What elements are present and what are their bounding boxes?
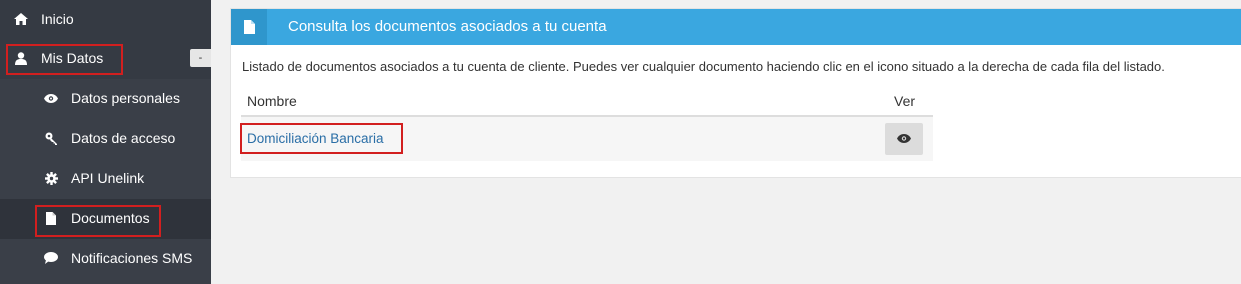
sidebar-item-label: Notificaciones SMS	[71, 250, 193, 266]
key-icon	[44, 131, 58, 145]
home-icon	[14, 12, 28, 26]
panel-header: Consulta los documentos asociados a tu c…	[231, 9, 1241, 45]
document-icon	[231, 9, 267, 45]
sidebar-item-mis-datos[interactable]: Mis Datos	[0, 39, 211, 79]
gear-icon	[44, 171, 58, 185]
view-document-button[interactable]	[885, 123, 923, 155]
sidebar-item-datos-personales[interactable]: Datos personales	[0, 79, 211, 119]
column-header-nombre: Nombre	[247, 93, 297, 109]
sidebar-item-api-unelink[interactable]: API Unelink	[0, 159, 211, 199]
sidebar-item-datos-acceso[interactable]: Datos de acceso	[0, 119, 211, 159]
sidebar-item-label: Mis Datos	[41, 50, 104, 66]
sidebar-item-label: API Unelink	[71, 170, 145, 186]
documents-panel: Consulta los documentos asociados a tu c…	[230, 8, 1241, 178]
sidebar-item-notificaciones-sms[interactable]: Notificaciones SMS	[0, 239, 211, 279]
document-icon	[44, 211, 58, 225]
eye-icon	[44, 91, 58, 105]
documents-table: Nombre Ver Domiciliación Bancaria	[241, 85, 933, 161]
sidebar-item-label: Datos de acceso	[71, 130, 176, 146]
sidebar-item-label: Documentos	[71, 210, 150, 226]
document-link[interactable]: Domiciliación Bancaria	[247, 131, 384, 146]
sidebar-item-label: Inicio	[41, 11, 74, 27]
sidebar-item-label: Datos personales	[71, 90, 180, 106]
table-header: Nombre Ver	[241, 85, 933, 117]
sidebar-item-inicio[interactable]: Inicio	[0, 0, 211, 40]
sidebar-item-documentos[interactable]: Documentos	[0, 199, 211, 239]
sidebar: Inicio Mis Datos - Datos personales Dato…	[0, 0, 211, 284]
table-row: Domiciliación Bancaria	[241, 117, 933, 161]
column-header-ver: Ver	[894, 93, 916, 109]
panel-description: Listado de documentos asociados a tu cue…	[242, 59, 1165, 74]
user-icon	[14, 51, 28, 65]
panel-title: Consulta los documentos asociados a tu c…	[288, 18, 607, 35]
collapse-button[interactable]: -	[190, 49, 211, 67]
comment-icon	[44, 251, 58, 265]
eye-icon	[897, 130, 911, 148]
